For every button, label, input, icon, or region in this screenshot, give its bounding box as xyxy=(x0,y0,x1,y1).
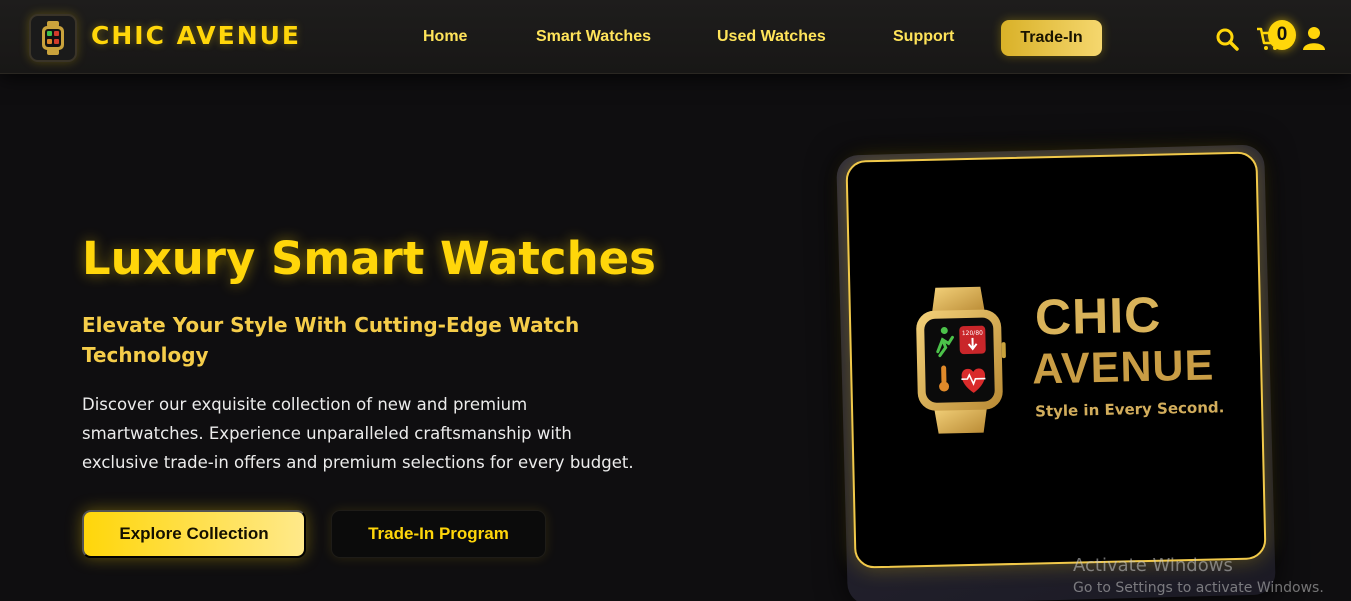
explore-collection-button[interactable]: Explore Collection xyxy=(82,510,306,558)
brand-name[interactable]: CHIC AVENUE xyxy=(91,21,301,50)
smartwatch-illustration: 120/80 xyxy=(916,286,1006,434)
hero-title: Luxury Smart Watches xyxy=(82,232,656,285)
hero-image-card: 120/80 CHIC AVENUE Style in Every Second… xyxy=(845,151,1267,569)
site-header: CHIC AVENUE Home Smart Watches Used Watc… xyxy=(0,0,1351,74)
nav-trade-in-button[interactable]: Trade-In xyxy=(1001,20,1102,56)
nav-smart-watches[interactable]: Smart Watches xyxy=(536,28,651,46)
activate-windows-title: Activate Windows xyxy=(1073,555,1233,576)
nav-home[interactable]: Home xyxy=(423,28,467,46)
card-brand-line-1: CHIC xyxy=(1034,286,1162,346)
search-icon[interactable] xyxy=(1215,27,1239,51)
watch-logo-icon xyxy=(42,21,64,55)
user-icon[interactable] xyxy=(1303,26,1325,50)
card-tagline: Style in Every Second. xyxy=(1034,398,1225,421)
watch-readout: 120/80 xyxy=(962,330,983,337)
nav-support[interactable]: Support xyxy=(893,28,954,46)
hero-description: Discover our exquisite collection of new… xyxy=(82,395,634,472)
logo[interactable] xyxy=(29,14,77,62)
cart-count-badge[interactable]: 0 xyxy=(1268,20,1296,50)
nav-used-watches[interactable]: Used Watches xyxy=(717,28,826,46)
activate-windows-subtitle: Go to Settings to activate Windows. xyxy=(1073,580,1324,596)
hero-subtitle: Elevate Your Style With Cutting-Edge Wat… xyxy=(82,313,580,367)
trade-in-program-button[interactable]: Trade-In Program xyxy=(331,510,546,558)
card-brand-line-2: AVENUE xyxy=(1031,341,1215,394)
